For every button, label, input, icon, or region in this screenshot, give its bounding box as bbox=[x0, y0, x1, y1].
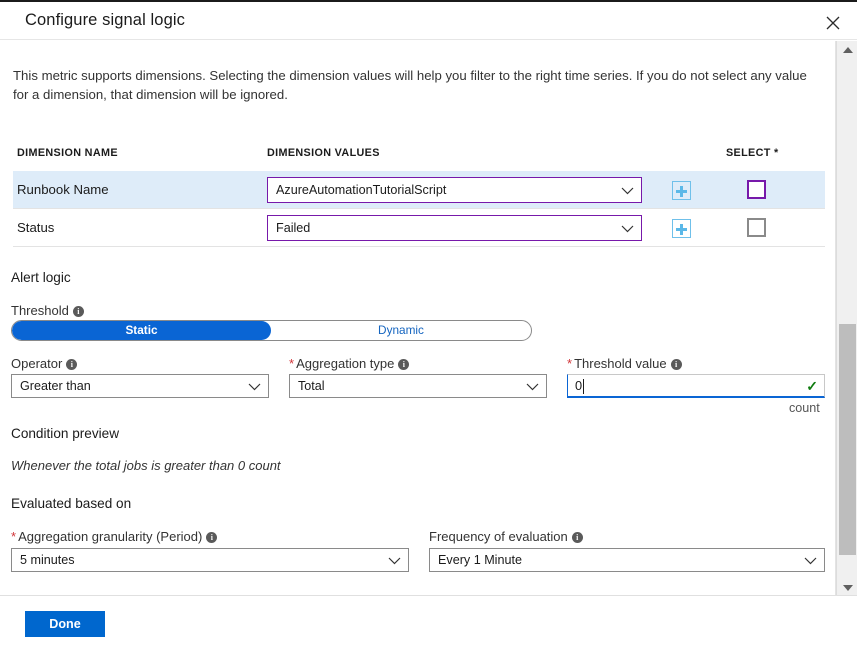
info-icon[interactable]: i bbox=[73, 306, 84, 317]
alert-logic-heading: Alert logic bbox=[11, 270, 71, 285]
chevron-down-icon bbox=[804, 554, 817, 568]
threshold-type-toggle[interactable]: Static Dynamic bbox=[11, 320, 532, 341]
frequency-of-evaluation-dropdown[interactable]: Every 1 Minute bbox=[429, 548, 825, 572]
aggregation-type-label: *Aggregation typei bbox=[289, 356, 409, 371]
column-header-dimension-name: DIMENSION NAME bbox=[17, 147, 118, 159]
toggle-option-static[interactable]: Static bbox=[12, 321, 271, 340]
threshold-label: Thresholdi bbox=[11, 303, 84, 318]
threshold-value-input[interactable]: 0 ✓ bbox=[567, 374, 825, 398]
text-caret bbox=[583, 379, 584, 394]
dialog-scroll-region: This metric supports dimensions. Selecti… bbox=[0, 41, 857, 597]
table-row: Runbook Name AzureAutomationTutorialScri… bbox=[13, 171, 825, 209]
chevron-down-icon bbox=[388, 554, 401, 568]
dialog-titlebar: Configure signal logic bbox=[0, 4, 857, 40]
dimension-values-dropdown-runbook-name[interactable]: AzureAutomationTutorialScript bbox=[267, 177, 642, 203]
threshold-value-label: *Threshold valuei bbox=[567, 356, 682, 371]
required-asterisk: * bbox=[289, 356, 294, 371]
condition-preview-heading: Condition preview bbox=[11, 426, 119, 441]
chevron-down-icon bbox=[621, 222, 634, 236]
chevron-down-icon bbox=[621, 184, 634, 198]
vertical-scrollbar[interactable] bbox=[836, 41, 857, 597]
aggregation-type-dropdown[interactable]: Total bbox=[289, 374, 547, 398]
done-button[interactable]: Done bbox=[25, 611, 105, 637]
column-header-select: SELECT * bbox=[726, 147, 779, 159]
aggregation-granularity-label: *Aggregation granularity (Period)i bbox=[11, 529, 217, 544]
chevron-down-icon bbox=[526, 380, 539, 394]
intro-text: This metric supports dimensions. Selecti… bbox=[13, 66, 823, 104]
frequency-of-evaluation-label: Frequency of evaluationi bbox=[429, 529, 583, 544]
configure-signal-logic-dialog: Configure signal logic This metric suppo… bbox=[0, 0, 857, 667]
condition-preview-text: Whenever the total jobs is greater than … bbox=[11, 458, 281, 473]
table-row: Status Failed bbox=[13, 209, 825, 247]
dimension-values-dropdown-status[interactable]: Failed bbox=[267, 215, 642, 241]
threshold-value-text: 0 bbox=[575, 378, 582, 393]
aggregation-granularity-value: 5 minutes bbox=[20, 553, 75, 567]
frequency-of-evaluation-value: Every 1 Minute bbox=[438, 553, 522, 567]
add-dimension-value-button-status[interactable] bbox=[672, 219, 691, 238]
dimensions-table-header: DIMENSION NAME DIMENSION VALUES SELECT * bbox=[13, 147, 825, 171]
operator-label: Operatori bbox=[11, 356, 77, 371]
required-asterisk: * bbox=[11, 529, 16, 544]
chevron-down-icon bbox=[248, 380, 261, 394]
info-icon[interactable]: i bbox=[398, 359, 409, 370]
checkmark-icon: ✓ bbox=[806, 378, 818, 395]
info-icon[interactable]: i bbox=[572, 532, 583, 543]
aggregation-type-value: Total bbox=[298, 379, 325, 393]
info-icon[interactable]: i bbox=[671, 359, 682, 370]
info-icon[interactable]: i bbox=[66, 359, 77, 370]
aggregation-granularity-dropdown[interactable]: 5 minutes bbox=[11, 548, 409, 572]
select-checkbox-status[interactable] bbox=[747, 218, 766, 237]
select-checkbox-runbook-name[interactable] bbox=[747, 180, 766, 199]
close-icon[interactable] bbox=[820, 10, 846, 36]
dialog-content: This metric supports dimensions. Selecti… bbox=[0, 41, 836, 597]
threshold-unit-label: count bbox=[789, 401, 820, 415]
evaluated-based-on-heading: Evaluated based on bbox=[11, 496, 131, 511]
toggle-option-dynamic[interactable]: Dynamic bbox=[271, 321, 531, 340]
operator-value: Greater than bbox=[20, 379, 91, 393]
dimension-value-text: Failed bbox=[276, 221, 310, 235]
required-asterisk: * bbox=[567, 356, 572, 371]
dimension-value-text: AzureAutomationTutorialScript bbox=[276, 183, 446, 197]
scrollbar-thumb[interactable] bbox=[839, 324, 856, 555]
operator-dropdown[interactable]: Greater than bbox=[11, 374, 269, 398]
info-icon[interactable]: i bbox=[206, 532, 217, 543]
dimension-name-label: Status bbox=[17, 220, 54, 235]
column-header-dimension-values: DIMENSION VALUES bbox=[267, 147, 380, 159]
page-title: Configure signal logic bbox=[25, 11, 185, 30]
dialog-footer: Done bbox=[0, 595, 857, 667]
dimension-name-label: Runbook Name bbox=[17, 182, 109, 197]
dimensions-table: DIMENSION NAME DIMENSION VALUES SELECT *… bbox=[13, 147, 825, 247]
add-dimension-value-button-runbook-name[interactable] bbox=[672, 181, 691, 200]
chevron-up-icon[interactable] bbox=[837, 41, 857, 59]
